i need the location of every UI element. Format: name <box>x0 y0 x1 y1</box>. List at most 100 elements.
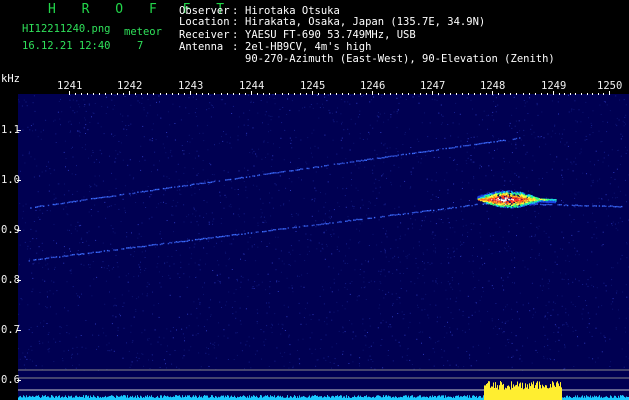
noise-speck <box>456 328 458 330</box>
noise-speck <box>253 337 255 339</box>
x-minor-tick <box>239 93 240 95</box>
noise-speck <box>529 236 531 238</box>
noise-speck <box>372 233 374 235</box>
noise-speck <box>215 357 217 359</box>
noise-speck <box>196 221 198 223</box>
noise-speck <box>49 210 51 212</box>
noise-speck <box>77 295 79 297</box>
noise-speck <box>298 358 300 360</box>
noise-speck <box>136 96 137 98</box>
noise-speck <box>433 244 435 245</box>
noise-speck <box>278 258 280 260</box>
noise-speck <box>318 242 320 244</box>
power-baseline-bar <box>339 396 340 400</box>
noise-speck <box>545 197 547 199</box>
x-minor-tick <box>564 93 565 95</box>
noise-speck <box>213 218 215 220</box>
echo-pixel <box>519 201 521 204</box>
noise-speck <box>534 137 536 139</box>
noise-speck <box>447 192 449 194</box>
trace-point <box>361 218 363 221</box>
power-baseline-bar <box>343 396 344 400</box>
trace-point <box>226 235 229 237</box>
noise-speck <box>125 212 126 214</box>
trace-point <box>421 210 424 213</box>
power-burst-bar <box>485 385 486 400</box>
noise-speck <box>288 264 290 266</box>
noise-speck <box>326 245 328 247</box>
noise-speck <box>179 106 181 108</box>
trace-point <box>306 225 309 227</box>
power-baseline-bar <box>469 395 470 400</box>
trace-point <box>333 163 336 165</box>
noise-speck <box>582 308 584 310</box>
noise-speck <box>89 285 91 287</box>
noise-speck <box>169 294 171 296</box>
noise-speck <box>316 248 318 250</box>
noise-speck <box>46 291 48 293</box>
noise-speck <box>478 310 480 312</box>
noise-speck <box>467 138 469 140</box>
trace-point <box>28 260 30 262</box>
noise-speck <box>69 249 71 251</box>
noise-speck <box>299 312 301 314</box>
noise-speck <box>388 271 390 273</box>
noise-speck <box>435 250 436 252</box>
noise-speck <box>257 246 259 248</box>
echo-pixel <box>524 199 526 202</box>
noise-speck <box>253 288 255 289</box>
noise-speck <box>538 225 540 227</box>
trace-point <box>114 249 117 251</box>
noise-speck <box>79 296 80 298</box>
noise-speck <box>71 354 73 356</box>
power-baseline-bar <box>623 395 624 400</box>
trace-point <box>450 207 452 210</box>
trace-point <box>519 137 521 139</box>
noise-speck <box>102 327 104 329</box>
noise-speck <box>81 147 83 149</box>
trace-point <box>533 204 535 206</box>
trace-point <box>98 251 101 253</box>
noise-speck <box>235 289 237 291</box>
noise-speck <box>399 297 401 299</box>
noise-speck <box>328 94 329 96</box>
noise-speck <box>411 223 413 225</box>
noise-speck <box>226 301 228 303</box>
noise-speck <box>95 239 97 241</box>
noise-speck <box>438 340 440 342</box>
noise-speck <box>517 160 518 162</box>
power-burst-bar <box>552 381 553 400</box>
noise-speck <box>195 210 197 212</box>
noise-speck <box>178 368 180 370</box>
noise-speck <box>607 154 609 156</box>
noise-speck <box>274 313 276 315</box>
power-baseline-bar <box>221 395 222 400</box>
noise-speck <box>300 285 302 287</box>
noise-speck <box>401 311 403 313</box>
noise-speck <box>432 212 434 213</box>
noise-speck <box>28 153 30 155</box>
noise-speck <box>335 111 337 113</box>
noise-speck <box>365 299 367 300</box>
noise-speck <box>453 183 455 185</box>
noise-speck <box>230 147 232 149</box>
noise-speck <box>311 332 313 334</box>
power-baseline-bar <box>271 396 272 400</box>
noise-speck <box>569 214 571 216</box>
noise-speck <box>77 304 79 306</box>
trace-point <box>268 173 270 175</box>
echo-pixel <box>522 198 525 200</box>
trace-point <box>475 143 478 146</box>
x-minor-tick <box>147 93 148 95</box>
noise-speck <box>532 314 534 316</box>
noise-speck <box>35 209 37 211</box>
noise-speck <box>621 221 623 223</box>
noise-speck <box>234 189 236 191</box>
noise-speck <box>626 257 628 259</box>
power-burst-bar <box>487 383 488 400</box>
noise-speck <box>502 169 504 170</box>
noise-speck <box>575 254 577 256</box>
noise-speck <box>379 281 381 283</box>
trace-point <box>52 256 54 258</box>
noise-speck <box>148 283 150 285</box>
